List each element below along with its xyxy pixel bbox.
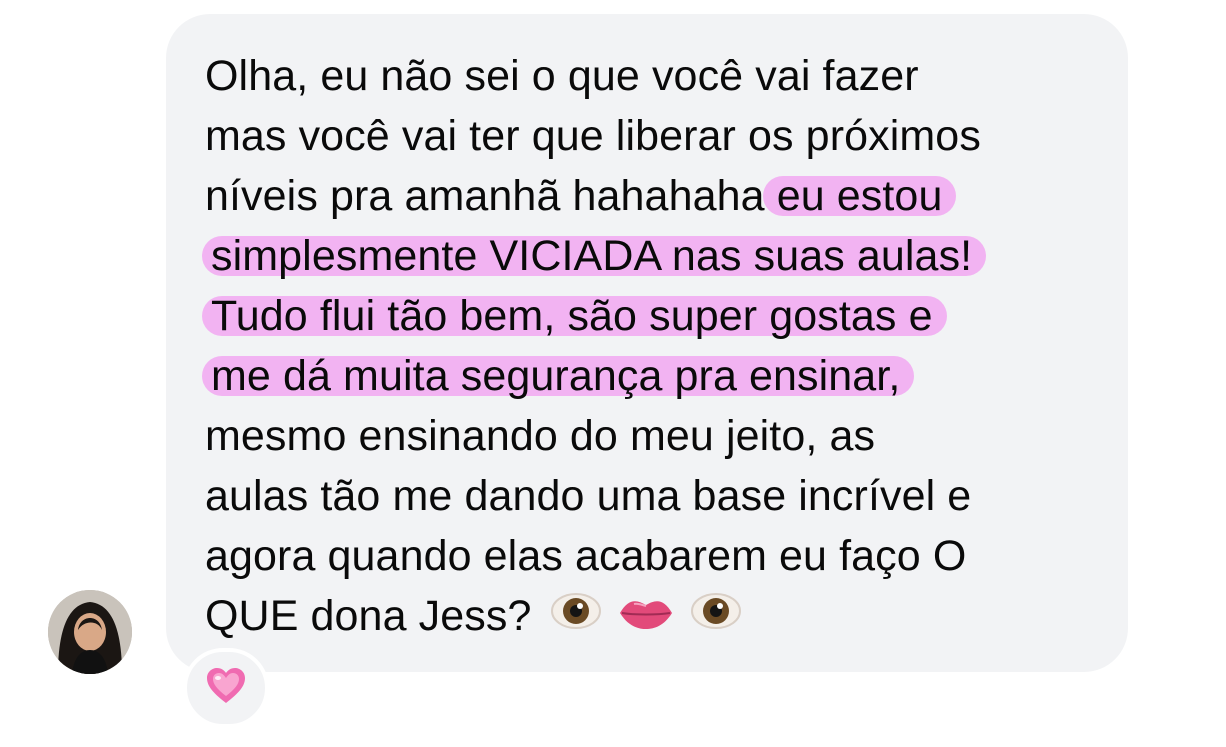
highlight-start: eu estou xyxy=(762,175,957,218)
highlight-line: me dá muita segurança pra ensinar, xyxy=(202,355,915,398)
message-line-2: mas você vai ter que liberar os próximos xyxy=(205,112,981,160)
message-line-3: níveis pra amanhã hahahaha eu estou xyxy=(205,166,1105,226)
message-line-9: agora quando elas acabarem eu faço O xyxy=(205,532,967,580)
emoji-row xyxy=(550,589,742,649)
message-text: Olha, eu não sei o que você vai fazer ma… xyxy=(202,46,1105,646)
highlight-line: Tudo flui tão bem, são super gostas e xyxy=(202,295,947,338)
message-line-10: QUE dona Jess? xyxy=(205,586,1105,646)
reaction-badge[interactable] xyxy=(183,648,269,728)
lips-icon xyxy=(616,589,676,649)
message-line-6: me dá muita segurança pra ensinar, xyxy=(202,346,1105,406)
message-line-8: aulas tão me dando uma base incrível e xyxy=(205,472,972,520)
message-line-4: simplesmente VICIADA nas suas aulas! xyxy=(202,226,1105,286)
avatar[interactable] xyxy=(48,590,132,674)
message-line-5: Tudo flui tão bem, são super gostas e xyxy=(202,286,1105,346)
message-line-1: Olha, eu não sei o que você vai fazer xyxy=(205,52,919,100)
eye-icon xyxy=(690,589,742,649)
highlight-line: simplesmente VICIADA nas suas aulas! xyxy=(202,235,987,278)
heart-icon xyxy=(205,667,247,710)
message-line-7: mesmo ensinando do meu jeito, as xyxy=(205,412,876,460)
eye-icon xyxy=(550,589,602,649)
